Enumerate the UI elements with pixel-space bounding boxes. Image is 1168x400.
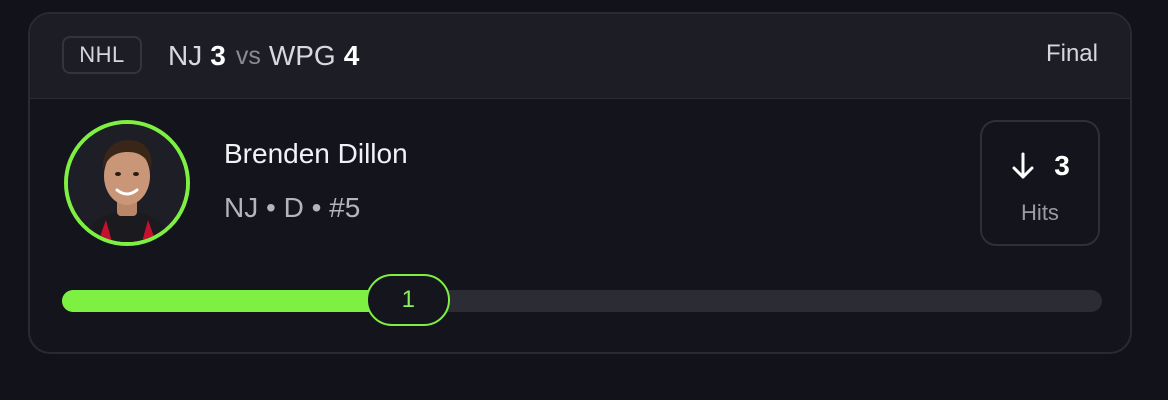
stat-selector[interactable]: 3 Hits bbox=[980, 120, 1100, 246]
game-header: NHL NJ 3 vs WPG 4 Final bbox=[30, 14, 1130, 99]
vs-label: vs bbox=[235, 41, 261, 70]
prop-card[interactable]: NHL NJ 3 vs WPG 4 Final Brenden Dillon N… bbox=[28, 12, 1132, 354]
league-label: NHL bbox=[79, 42, 125, 67]
home-score: 4 bbox=[343, 40, 360, 71]
progress-fill bbox=[62, 290, 409, 312]
player-name: Brenden Dillon bbox=[224, 138, 408, 169]
home-team: WPG bbox=[268, 40, 336, 71]
away-score: 3 bbox=[210, 40, 226, 71]
away-team: NJ bbox=[168, 40, 203, 71]
stat-label: Hits bbox=[1021, 200, 1059, 225]
stat-top: 3 bbox=[982, 150, 1098, 182]
player-headshot-icon bbox=[68, 124, 186, 242]
progress-track bbox=[62, 290, 1102, 312]
game-status: Final bbox=[1045, 40, 1098, 67]
scoreline: NJ 3 vs WPG 4 bbox=[168, 36, 359, 76]
stat-line-value: 3 bbox=[1054, 150, 1070, 181]
progress-current-badge: 1 bbox=[366, 274, 451, 326]
player-avatar bbox=[64, 120, 190, 246]
progress-current-value: 1 bbox=[401, 286, 415, 313]
player-meta: NJ • D • #5 bbox=[224, 192, 361, 223]
league-badge: NHL bbox=[62, 36, 142, 74]
arrow-down-icon bbox=[1012, 152, 1034, 179]
